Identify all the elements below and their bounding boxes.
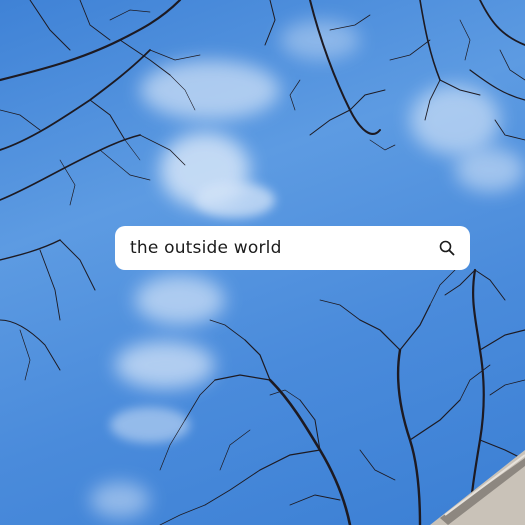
- search-query-text[interactable]: the outside world: [130, 238, 438, 258]
- search-icon[interactable]: [438, 239, 456, 257]
- search-bar[interactable]: the outside world: [115, 226, 470, 270]
